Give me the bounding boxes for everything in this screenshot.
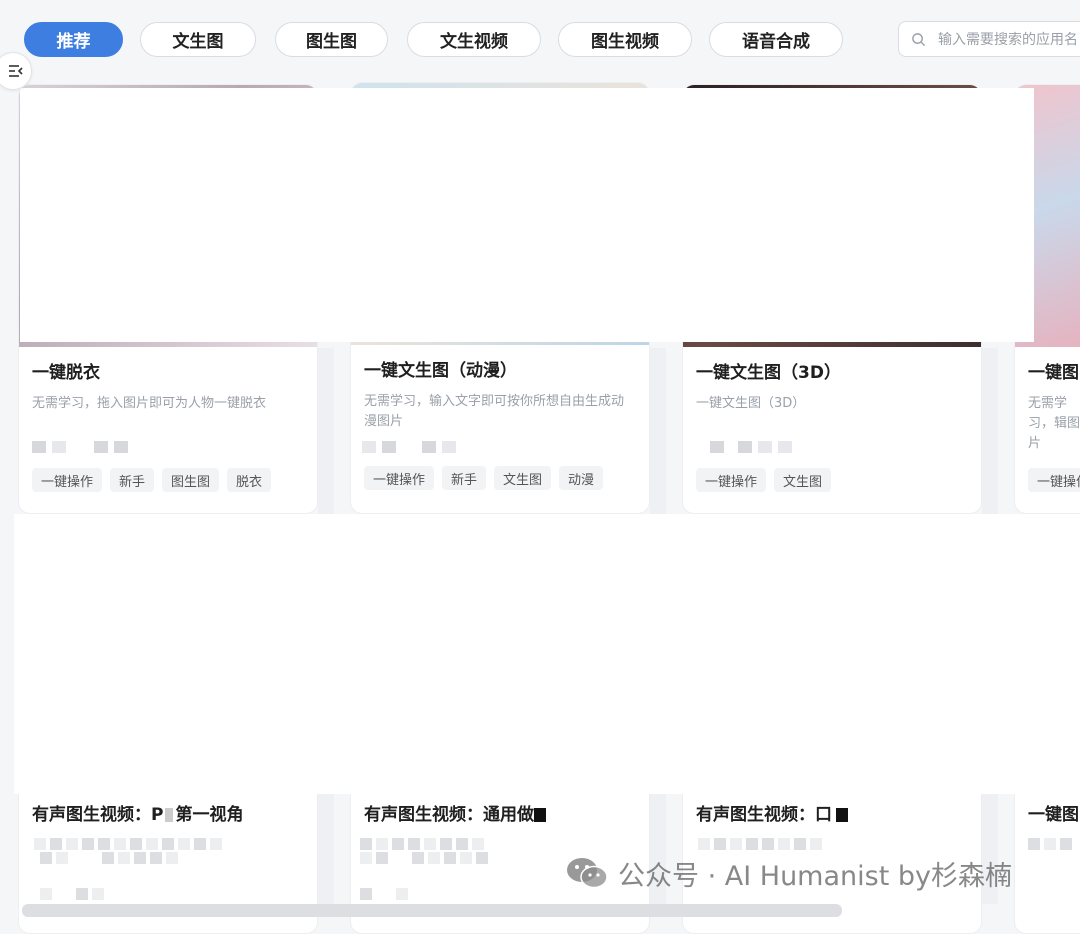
column-gap: [318, 348, 334, 514]
horizontal-scrollbar[interactable]: [22, 904, 842, 917]
card-description: 无需学习，输入文字即可按你所想自由生成动漫图片: [364, 394, 625, 429]
category-bar: 推荐 文生图 图生图 文生视频 图生视频 语音合成 输入需要搜索的应用名: [0, 0, 1080, 78]
card-tags: 一键操作: [1028, 468, 1080, 492]
tab-recommend[interactable]: 推荐: [24, 22, 123, 57]
tag[interactable]: 一键操作: [1028, 468, 1080, 492]
tab-speech-synthesis[interactable]: 语音合成: [709, 22, 843, 57]
card-description-redacted: [40, 852, 178, 864]
card-title: 一键文生图（动漫）: [364, 361, 517, 381]
tag[interactable]: 一键操作: [32, 468, 103, 492]
tab-image-to-video[interactable]: 图生视频: [558, 22, 692, 57]
redacted-mark: [165, 808, 174, 822]
card-meta-redacted: [362, 441, 456, 453]
search-input[interactable]: 输入需要搜索的应用名: [898, 21, 1080, 57]
tab-image-to-image[interactable]: 图生图: [275, 22, 388, 57]
card-description: 无需学习，拖入图片即可为人物一键脱衣: [32, 396, 267, 411]
tag[interactable]: 文生图: [774, 468, 832, 492]
card-title: 有声图生视频：通用做: [364, 800, 546, 825]
redacted-mark: [534, 808, 546, 822]
card-description-redacted: [360, 852, 488, 864]
card-title: 一键文生图（3D）: [696, 363, 841, 383]
card-title: 一键图: [1028, 805, 1079, 825]
image-placeholder-area: [14, 514, 1080, 794]
card-meta-redacted: [40, 888, 104, 900]
card-meta-redacted: [360, 888, 408, 900]
tag[interactable]: 图生图: [162, 468, 220, 492]
card-meta-redacted: [32, 441, 128, 453]
tag[interactable]: 动漫: [559, 466, 604, 490]
tag[interactable]: 新手: [442, 466, 487, 490]
menu-collapse-icon: [9, 65, 23, 77]
tab-text-to-image[interactable]: 文生图: [140, 22, 256, 57]
card-description-redacted: [698, 838, 822, 850]
card-description: 无需学习，辑图片: [1028, 396, 1080, 451]
card-description: 一键文生图（3D）: [696, 396, 806, 411]
card-description-redacted: [34, 838, 222, 850]
tab-text-to-video[interactable]: 文生视频: [407, 22, 541, 57]
column-gap: [982, 348, 998, 514]
redacted-mark: [836, 808, 848, 822]
card-tags: 一键操作 新手 图生图 脱衣: [32, 468, 272, 492]
search-icon: [912, 32, 926, 46]
card-title: 有声图生视频：口: [696, 800, 848, 825]
image-placeholder-area: [20, 88, 1034, 342]
wechat-icon: [567, 858, 608, 889]
tag[interactable]: 新手: [110, 468, 155, 492]
card-tags: 一键操作 新手 文生图 动漫: [364, 466, 604, 490]
search-placeholder: 输入需要搜索的应用名: [938, 32, 1078, 48]
watermark: 公众号 · AI Humanist by杉森楠: [566, 855, 1012, 892]
tag[interactable]: 文生图: [494, 466, 552, 490]
card-description-redacted: [360, 838, 484, 850]
card-description-redacted: [1028, 838, 1072, 850]
column-gap: [650, 348, 666, 514]
column-gap: [318, 794, 334, 904]
tag[interactable]: 一键操作: [696, 468, 767, 492]
tag[interactable]: 脱衣: [227, 468, 272, 492]
card-tags: 一键操作 文生图: [696, 468, 832, 492]
card-title: 有声图生视频：P 第一视角: [32, 805, 244, 825]
card-title: 一键图: [1028, 363, 1079, 383]
tag[interactable]: 一键操作: [364, 466, 435, 490]
card-title: 一键脱衣: [32, 363, 100, 383]
watermark-text: 公众号 · AI Humanist by杉森楠: [618, 860, 1012, 892]
card-meta-redacted: [710, 441, 792, 453]
